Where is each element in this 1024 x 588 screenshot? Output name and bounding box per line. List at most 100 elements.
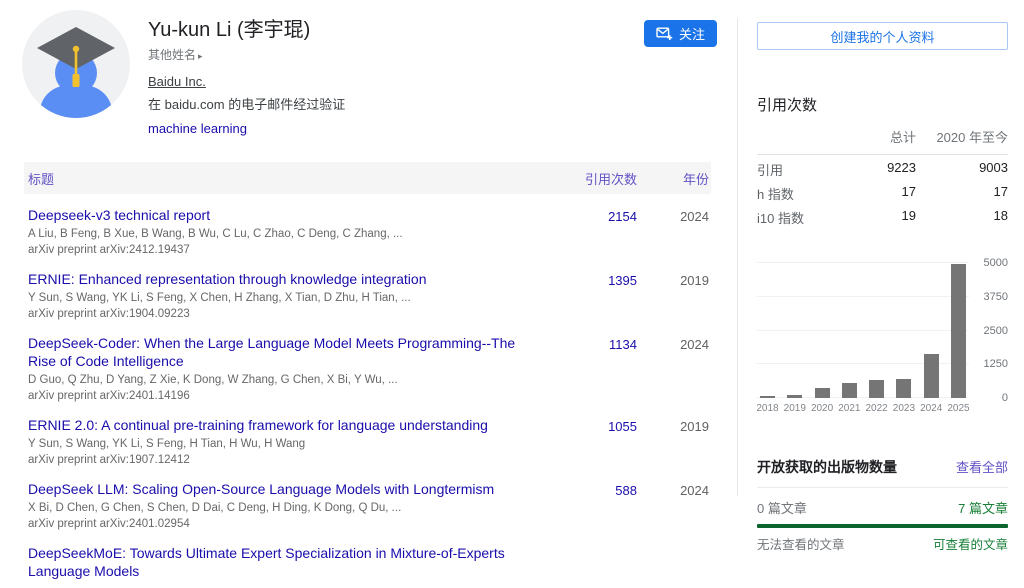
chart-bar-2025[interactable] (951, 264, 966, 398)
envelope-plus-icon (656, 27, 673, 41)
publication-venue: arXiv preprint arXiv:1904.09223 (28, 307, 527, 321)
cited-by-count-link[interactable]: 1395 (608, 273, 637, 288)
citations-per-year-chart: 01250250037505000 2018201920202021202220… (757, 263, 1008, 417)
cited-by-count-link[interactable]: 2154 (608, 209, 637, 224)
cited-by-count-link[interactable]: 1055 (608, 419, 637, 434)
chart-bar-2019[interactable] (787, 395, 802, 398)
publication-venue: arXiv preprint arXiv:2412.19437 (28, 243, 527, 257)
public-access-title: 开放获取的出版物数量 (757, 457, 897, 477)
stats-row-i10-index: i10 指数 19 18 (757, 208, 1008, 227)
publication-row: ERNIE 2.0: A continual pre-training fram… (24, 410, 711, 474)
profile-name: Yu-kun Li (李宇琨) (148, 18, 345, 42)
publication-venue: arXiv preprint arXiv:1907.12412 (28, 453, 527, 467)
chart-xtick-label: 2021 (836, 403, 863, 414)
chart-bar-2023[interactable] (896, 379, 911, 398)
chart-bars (757, 263, 969, 398)
citations-chart-plot (757, 263, 969, 398)
verified-email-text: 在 baidu.com 的电子邮件经过验证 (148, 94, 345, 113)
right-sidebar: 创建我的个人资料 引用次数 总计 2020 年至今 引用 9223 9003 h… (737, 0, 1024, 496)
publication-title-link[interactable]: ERNIE: Enhanced representation through k… (28, 271, 426, 287)
stats-col-since-label: 2020 年至今 (916, 127, 1008, 146)
chart-ytick-label: 2500 (984, 325, 1008, 337)
publication-venue: arXiv preprint arXiv:2401.14196 (28, 389, 527, 403)
avatar (22, 10, 130, 118)
publication-title-link[interactable]: DeepSeekMoE: Towards Ultimate Expert Spe… (28, 545, 505, 579)
publication-row: DeepSeek-Coder: When the Large Language … (24, 328, 711, 410)
public-access-progress-bar (757, 524, 1008, 528)
chart-xtick-label: 2019 (781, 403, 808, 414)
chart-xtick-label: 2023 (890, 403, 917, 414)
publication-authors: X Bi, D Chen, G Chen, S Chen, D Dai, C D… (28, 501, 527, 515)
publications-table-header: 标题 引用次数 年份 (24, 162, 711, 194)
triangle-right-icon: ▸ (198, 51, 203, 61)
publication-title-link[interactable]: DeepSeek LLM: Scaling Open-Source Langua… (28, 481, 494, 497)
publication-year: 2019 (637, 271, 709, 288)
interest-link-machine-learning[interactable]: machine learning (148, 121, 247, 136)
chart-ytick-labels: 01250250037505000 (969, 263, 1008, 398)
public-access-section: 开放获取的出版物数量 查看全部 0 篇文章 7 篇文章 无法查看的文章 可查看的… (757, 457, 1008, 553)
publication-row: Deepseek-v3 technical report A Liu, B Fe… (24, 200, 711, 264)
chart-ytick-label: 3750 (984, 291, 1008, 303)
follow-button-label: 关注 (679, 24, 705, 43)
publication-title-link[interactable]: DeepSeek-Coder: When the Large Language … (28, 335, 515, 369)
citation-stats-table: 总计 2020 年至今 引用 9223 9003 h 指数 17 17 i10 … (757, 127, 1008, 227)
publication-row: DeepSeek LLM: Scaling Open-Source Langua… (24, 474, 711, 538)
stats-col-all-label: 总计 (846, 127, 916, 146)
view-all-link[interactable]: 查看全部 (956, 457, 1008, 476)
graduate-scholar-icon (22, 10, 130, 118)
publication-year: 2024 (637, 207, 709, 224)
sort-by-citations-link[interactable]: 引用次数 (585, 172, 637, 187)
publication-authors: A Liu, B Feng, B Xue, B Wang, B Wu, C Lu… (28, 227, 527, 241)
stats-citations-since: 9003 (916, 160, 1008, 179)
publication-year: 2024 (637, 481, 709, 498)
publication-authors: Y Sun, S Wang, YK Li, S Feng, H Tian, H … (28, 437, 527, 451)
stats-label-h-index[interactable]: h 指数 (757, 184, 846, 203)
publication-row: ERNIE: Enhanced representation through k… (24, 264, 711, 328)
chart-bar-2018[interactable] (760, 396, 775, 398)
chart-bar-2021[interactable] (842, 383, 857, 398)
publication-authors: D Guo, Q Zhu, D Yang, Z Xie, K Dong, W Z… (28, 373, 527, 387)
chart-xtick-label: 2024 (918, 403, 945, 414)
stats-label-citations[interactable]: 引用 (757, 160, 846, 179)
create-profile-button[interactable]: 创建我的个人资料 (757, 22, 1008, 50)
publication-title-link[interactable]: Deepseek-v3 technical report (28, 207, 210, 223)
not-available-count: 0 篇文章 (757, 498, 807, 517)
publications-list: Deepseek-v3 technical report A Liu, B Fe… (24, 200, 711, 588)
publications-table: 标题 引用次数 年份 Deepseek-v3 technical report … (24, 162, 711, 588)
chart-bar-2020[interactable] (815, 388, 830, 398)
stats-i10-index-since: 18 (916, 208, 1008, 227)
chart-bar-2022[interactable] (869, 380, 884, 398)
stats-h-index-since: 17 (916, 184, 1008, 203)
chart-xtick-label: 2022 (863, 403, 890, 414)
chart-xtick-label: 2020 (809, 403, 836, 414)
chart-xtick-labels: 20182019202020212022202320242025 (754, 403, 972, 414)
stats-h-index-all: 17 (846, 184, 916, 203)
chart-xtick-label: 2018 (754, 403, 781, 414)
citation-stats-header: 总计 2020 年至今 (757, 127, 1008, 155)
chart-ytick-label: 0 (1002, 392, 1008, 404)
other-names-toggle[interactable]: 其他姓名▸ (148, 46, 345, 63)
available-count: 7 篇文章 (958, 498, 1008, 517)
publication-year: 2024 (637, 335, 709, 352)
publication-title-link[interactable]: ERNIE 2.0: A continual pre-training fram… (28, 417, 488, 433)
stats-i10-index-all: 19 (846, 208, 916, 227)
chart-bar-2024[interactable] (924, 354, 939, 398)
publication-year (637, 545, 709, 547)
available-label: 可查看的文章 (933, 534, 1008, 553)
affiliation-link[interactable]: Baidu Inc. (148, 74, 206, 89)
publication-authors: Y Sun, S Wang, YK Li, S Feng, X Chen, H … (28, 291, 527, 305)
sort-by-year-link[interactable]: 年份 (683, 172, 709, 187)
stats-label-i10-index[interactable]: i10 指数 (757, 208, 846, 227)
publication-row: DeepSeekMoE: Towards Ultimate Expert Spe… (24, 538, 711, 588)
sort-by-title-link[interactable]: 标题 (28, 172, 54, 187)
main-column: Yu-kun Li (李宇琨) 其他姓名▸ Baidu Inc. 在 baidu… (0, 0, 737, 588)
cited-by-section-title: 引用次数 (757, 94, 1008, 115)
publication-year: 2019 (637, 417, 709, 434)
stats-row-h-index: h 指数 17 17 (757, 184, 1008, 203)
cited-by-count-link[interactable]: 1134 (609, 337, 637, 352)
profile-header: Yu-kun Li (李宇琨) 其他姓名▸ Baidu Inc. 在 baidu… (22, 10, 737, 138)
chart-ytick-label: 1250 (984, 358, 1008, 370)
stats-citations-all: 9223 (846, 160, 916, 179)
follow-button[interactable]: 关注 (644, 20, 717, 47)
publication-venue: arXiv preprint arXiv:2401.02954 (28, 517, 527, 531)
